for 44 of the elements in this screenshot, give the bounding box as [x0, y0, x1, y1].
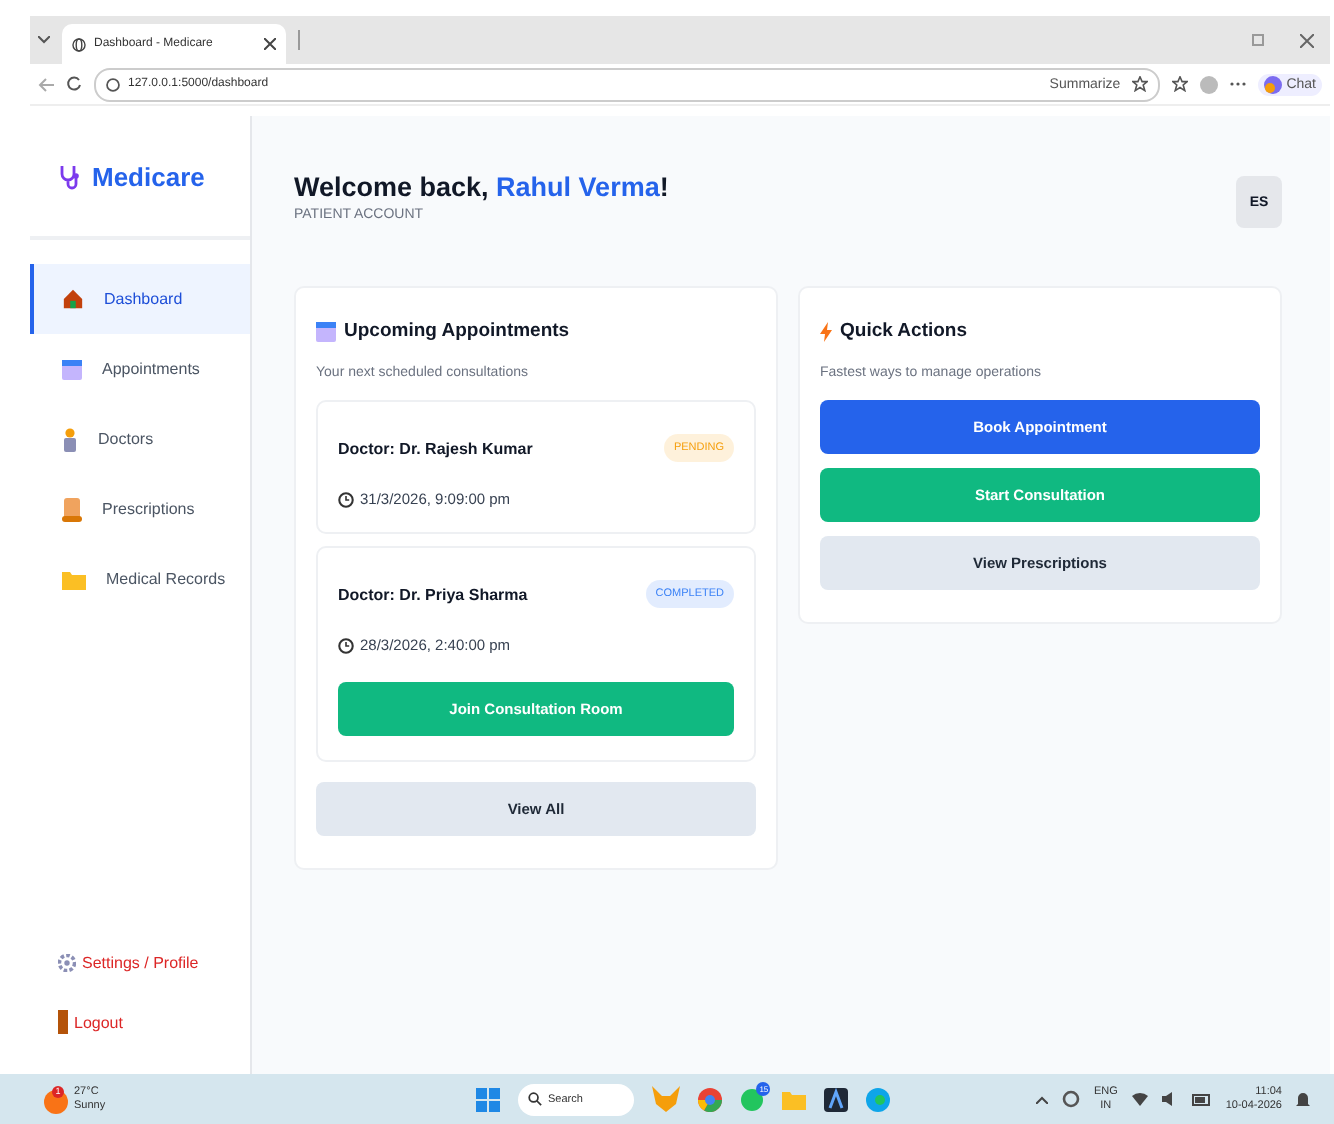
chevron-icon[interactable]	[1035, 1095, 1048, 1103]
brand-name: Medicare	[92, 161, 205, 191]
doctor-name: Doctor: Dr. Priya Sharma	[338, 585, 528, 603]
settings-link[interactable]: Settings / Profile	[58, 954, 250, 972]
speaker-icon[interactable]	[1161, 1092, 1178, 1106]
bell-icon[interactable]	[1296, 1091, 1310, 1107]
gear-icon	[58, 954, 76, 972]
scroll-icon	[62, 497, 82, 521]
stethoscope-icon	[58, 163, 82, 189]
app-icon[interactable]	[824, 1087, 849, 1111]
chat-app-icon[interactable]	[740, 1087, 765, 1111]
clock-icon	[338, 637, 354, 653]
start-icon[interactable]	[476, 1087, 500, 1111]
sidebar-item[interactable]: Doctors	[30, 404, 250, 474]
star-icon[interactable]	[1132, 76, 1149, 92]
lightning-icon	[820, 321, 832, 341]
sidebar-item[interactable]: Prescriptions	[30, 474, 250, 544]
globe-icon	[72, 37, 86, 51]
sidebar-item[interactable]: Dashboard	[30, 264, 250, 334]
doctor-name: Doctor: Dr. Rajesh Kumar	[338, 439, 533, 457]
close-icon[interactable]	[1300, 33, 1314, 47]
sidebar-item[interactable]: Medical Records	[30, 544, 250, 614]
info-icon	[106, 77, 120, 91]
close-icon[interactable]	[264, 38, 276, 50]
welcome-heading: Welcome back, Rahul Verma!	[294, 172, 669, 202]
door-icon	[58, 1010, 68, 1034]
folder-icon	[62, 569, 86, 589]
chrome-icon[interactable]	[698, 1087, 723, 1111]
wifi-icon[interactable]	[1131, 1092, 1148, 1106]
chevron-icon[interactable]	[38, 36, 50, 44]
card-title: Upcoming Appointments	[344, 320, 570, 342]
search-icon	[528, 1092, 542, 1106]
favorites-icon[interactable]	[1172, 76, 1189, 92]
calendar-icon	[62, 358, 82, 380]
sidebar-item[interactable]: Appointments	[30, 334, 250, 404]
logout-link[interactable]: Logout	[58, 1010, 250, 1034]
battery-icon[interactable]	[1191, 1093, 1212, 1105]
refresh-icon[interactable]	[66, 76, 82, 92]
house-icon	[62, 288, 84, 310]
calendar-icon	[316, 320, 336, 342]
clock-icon	[338, 491, 354, 507]
person-icon	[62, 427, 78, 451]
copilot-icon	[1264, 75, 1283, 93]
card-title: Quick Actions	[840, 320, 968, 342]
